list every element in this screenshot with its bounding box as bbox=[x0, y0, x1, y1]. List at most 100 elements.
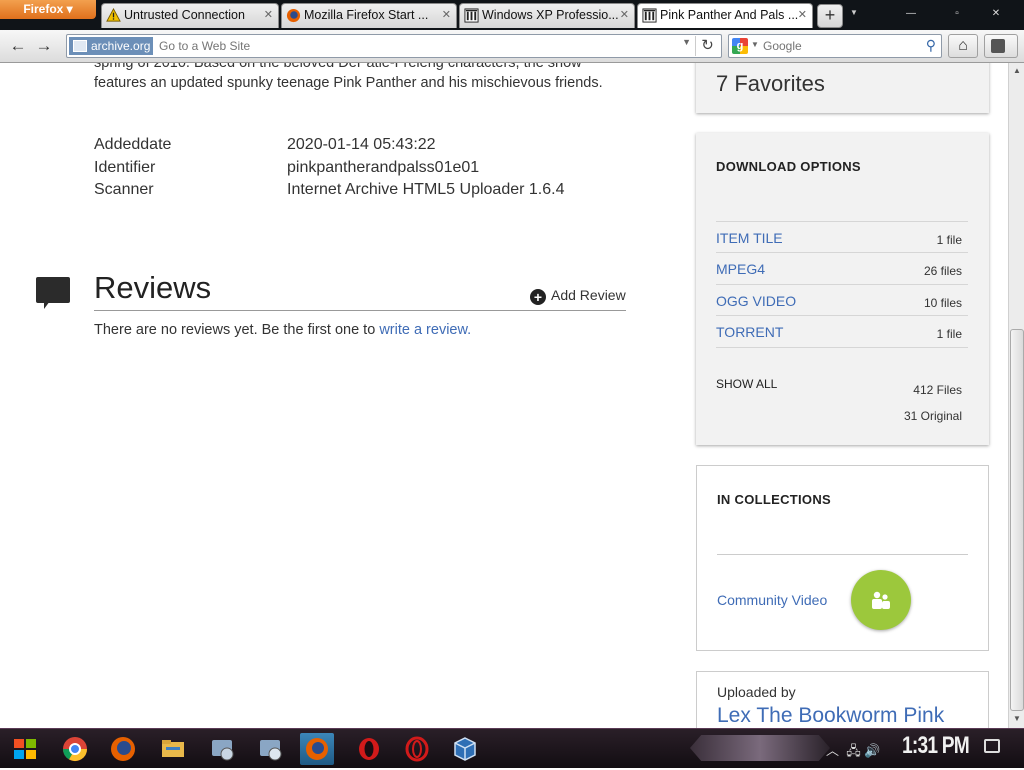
file-explorer-icon[interactable] bbox=[156, 733, 190, 765]
tab-label: Pink Panther And Pals ... bbox=[660, 8, 799, 22]
chrome-logo bbox=[62, 737, 87, 762]
metadata-key: Scanner bbox=[94, 181, 154, 198]
vertical-scrollbar[interactable]: ▲ ▼ bbox=[1008, 63, 1024, 728]
system-tray-icons[interactable]: ︿ 🖧 🔊 bbox=[826, 740, 881, 764]
plus-circle-icon: + bbox=[530, 289, 546, 305]
downloads-icon[interactable] bbox=[984, 34, 1018, 58]
firefox-active-taskbar-icon[interactable] bbox=[300, 733, 334, 765]
tab-label: Mozilla Firefox Start ... bbox=[304, 8, 429, 22]
tray-decoration bbox=[690, 735, 830, 761]
forward-arrow-icon[interactable]: → bbox=[34, 34, 54, 58]
uploader-card: Uploaded by Lex The Bookworm Pink bbox=[696, 671, 989, 728]
write-review-link[interactable]: write a review. bbox=[379, 322, 471, 338]
start-logo-icon bbox=[14, 739, 36, 759]
navigation-toolbar: ← → archive.org ▼ ↻ g ▼ ⚲ ⌂ bbox=[0, 30, 1024, 63]
download-row[interactable]: ITEM TILE 1 file bbox=[716, 221, 968, 253]
url-bar[interactable]: archive.org ▼ ↻ bbox=[66, 34, 722, 58]
close-window-button[interactable]: ✕ bbox=[982, 6, 1010, 22]
download-file-count: 10 files bbox=[923, 296, 962, 310]
tab-list-chevron-icon[interactable]: ▼ bbox=[850, 8, 858, 17]
tab-untrusted-connection[interactable]: Untrusted Connection ✕ bbox=[101, 3, 279, 28]
close-tab-icon[interactable]: ✕ bbox=[264, 4, 273, 27]
engine-dropdown-icon[interactable]: ▼ bbox=[751, 40, 759, 49]
favorites-count: 7 Favorites bbox=[716, 71, 825, 96]
metadata-value: 2020-01-14 05:43:22 bbox=[287, 136, 436, 153]
firefox-menu-label: Firefox bbox=[23, 2, 64, 16]
action-center-icon[interactable] bbox=[984, 739, 1000, 753]
close-tab-icon[interactable]: ✕ bbox=[798, 4, 807, 27]
virtualbox-icon[interactable] bbox=[448, 733, 482, 765]
download-row[interactable]: MPEG4 26 files bbox=[716, 252, 968, 284]
tab-firefox-start[interactable]: Mozilla Firefox Start ... ✕ bbox=[281, 3, 457, 28]
download-row[interactable]: OGG VIDEO 10 files bbox=[716, 284, 968, 316]
reviews-speech-bubble-icon bbox=[36, 277, 70, 309]
maximize-button[interactable]: ▫ bbox=[943, 6, 971, 22]
download-format-link[interactable]: MPEG4 bbox=[716, 261, 765, 277]
no-reviews-text: There are no reviews yet. Be the first o… bbox=[94, 322, 471, 338]
media-app-icon[interactable] bbox=[254, 733, 288, 765]
network-icon[interactable]: 🖧 bbox=[846, 743, 861, 758]
collections-heading: IN COLLECTIONS bbox=[717, 492, 831, 507]
search-magnifier-icon[interactable]: ⚲ bbox=[926, 37, 936, 54]
page-icon bbox=[73, 40, 87, 52]
add-review-label: Add Review bbox=[551, 287, 626, 303]
url-input[interactable] bbox=[159, 35, 679, 57]
site-identity-button[interactable]: archive.org bbox=[69, 37, 154, 55]
metadata-value: pinkpantherandpalss01e01 bbox=[287, 159, 480, 176]
folder-logo bbox=[162, 740, 184, 757]
warning-icon bbox=[106, 8, 121, 22]
firefox-logo bbox=[111, 737, 135, 761]
collection-link[interactable]: Community Video bbox=[717, 592, 827, 608]
new-tab-button[interactable]: + bbox=[817, 4, 843, 28]
opera-outline-logo bbox=[405, 736, 429, 762]
reviews-heading: Reviews bbox=[94, 270, 212, 305]
chrome-icon[interactable] bbox=[58, 733, 92, 765]
search-input[interactable] bbox=[763, 35, 913, 57]
uploader-link[interactable]: Lex The Bookworm Pink bbox=[717, 704, 944, 728]
no-reviews-message: There are no reviews yet. Be the first o… bbox=[94, 322, 380, 338]
tab-pink-panther[interactable]: Pink Panther And Pals ... ✕ bbox=[637, 3, 813, 28]
add-review-button[interactable]: + Add Review bbox=[530, 287, 626, 305]
close-tab-icon[interactable]: ✕ bbox=[620, 4, 629, 27]
firefox-menu-button[interactable]: Firefox ▾ bbox=[0, 0, 96, 19]
volume-icon[interactable]: 🔊 bbox=[864, 743, 880, 758]
tab-windows-xp[interactable]: Windows XP Professio... ✕ bbox=[459, 3, 635, 28]
download-file-count: 1 file bbox=[936, 327, 962, 341]
site-domain-label: archive.org bbox=[91, 39, 151, 53]
download-options-heading: DOWNLOAD OPTIONS bbox=[716, 159, 861, 174]
scroll-up-arrow-icon[interactable]: ▲ bbox=[1009, 63, 1024, 79]
back-arrow-icon[interactable]: ← bbox=[8, 34, 28, 58]
reviews-divider bbox=[94, 310, 626, 311]
original-files-count: 31 Original bbox=[903, 409, 962, 423]
search-bar[interactable]: g ▼ ⚲ bbox=[728, 34, 942, 58]
show-hidden-icons-icon[interactable]: ︿ bbox=[826, 743, 839, 758]
show-all-link[interactable]: SHOW ALL bbox=[716, 377, 777, 391]
download-format-link[interactable]: TORRENT bbox=[716, 324, 783, 340]
metadata-key: Identifier bbox=[94, 159, 156, 176]
firefox-logo bbox=[306, 738, 328, 760]
scroll-down-arrow-icon[interactable]: ▼ bbox=[1009, 711, 1024, 727]
opera-icon[interactable] bbox=[352, 733, 386, 765]
people-icon bbox=[872, 591, 890, 609]
scrollbar-thumb[interactable] bbox=[1010, 329, 1024, 711]
google-engine-icon[interactable]: g bbox=[732, 38, 748, 54]
download-row[interactable]: TORRENT 1 file bbox=[716, 315, 968, 347]
new-tab-label: + bbox=[824, 5, 836, 25]
collection-badge[interactable] bbox=[851, 570, 911, 630]
download-format-link[interactable]: ITEM TILE bbox=[716, 230, 783, 246]
cube-logo bbox=[454, 737, 476, 761]
download-format-link[interactable]: OGG VIDEO bbox=[716, 293, 796, 309]
firefox-taskbar-icon[interactable] bbox=[106, 733, 140, 765]
url-history-dropdown-icon[interactable]: ▼ bbox=[682, 37, 691, 47]
opera-alt-icon[interactable] bbox=[400, 733, 434, 765]
start-button[interactable] bbox=[8, 733, 42, 765]
minimize-button[interactable]: — bbox=[897, 6, 925, 22]
home-icon[interactable]: ⌂ bbox=[948, 34, 978, 58]
taskbar: ︿ 🖧 🔊 1:31 PM bbox=[0, 728, 1024, 768]
reload-icon[interactable]: ↻ bbox=[695, 36, 719, 56]
settings-app-icon[interactable] bbox=[206, 733, 240, 765]
close-tab-icon[interactable]: ✕ bbox=[442, 4, 451, 27]
download-divider bbox=[716, 347, 968, 348]
taskbar-clock[interactable]: 1:31 PM bbox=[902, 732, 970, 760]
tab-label: Untrusted Connection bbox=[124, 8, 245, 22]
